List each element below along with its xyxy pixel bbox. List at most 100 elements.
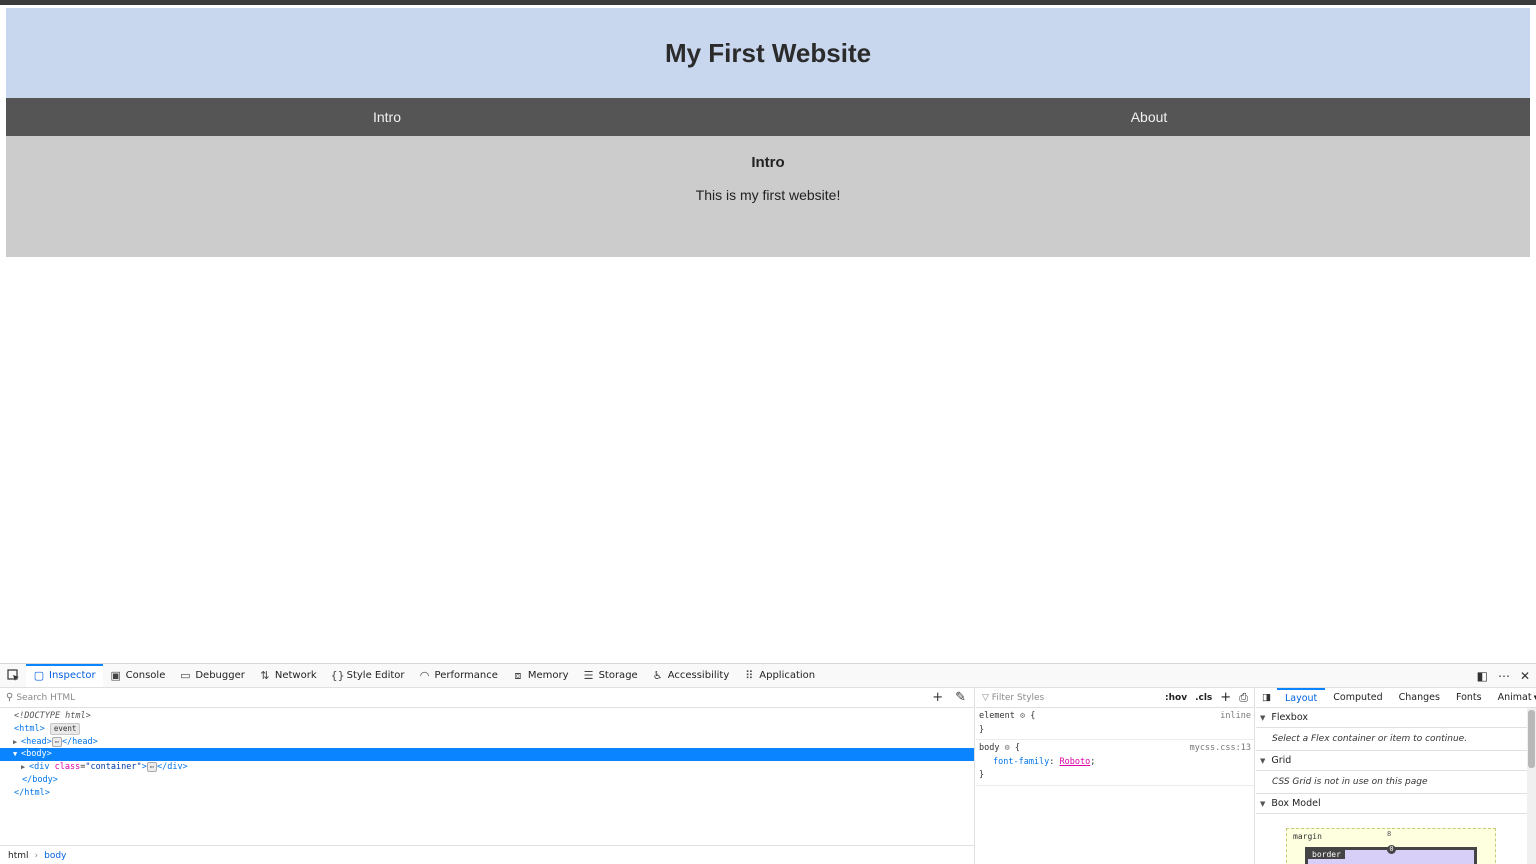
storage-icon: ☰ (583, 669, 594, 682)
nav-link-intro[interactable]: Intro (6, 98, 768, 136)
rule-source-link[interactable]: mycss.css:13 (1190, 742, 1251, 756)
collapsed-ellipsis[interactable]: ⋯ (51, 736, 62, 747)
network-icon: ⇅ (260, 669, 270, 682)
devtools-toolbar: ▢ Inspector ▣ Console ▭ Debugger ⇅ Netwo… (0, 664, 1536, 688)
tab-fonts[interactable]: Fonts (1448, 688, 1490, 707)
tab-network[interactable]: ⇅ Network (252, 664, 324, 687)
grid-section-header[interactable]: ▼ Grid (1256, 751, 1536, 771)
intro-heading: Intro (751, 154, 785, 171)
tab-label: Accessibility (667, 670, 730, 681)
collapse-triangle-icon: ▼ (1260, 713, 1266, 722)
rules-panel: ▽ Filter Styles :hov .cls + ⎙ element ⚙ … (976, 688, 1255, 864)
add-rule-icon[interactable]: + (1220, 690, 1231, 705)
tab-application[interactable]: ⠿ Application (736, 664, 822, 687)
memory-icon: ⧈ (514, 668, 522, 682)
tab-debugger[interactable]: ▭ Debugger (172, 664, 252, 687)
filter-icon: ▽ (982, 692, 992, 703)
tab-changes[interactable]: Changes (1391, 688, 1448, 707)
cls-toggle[interactable]: .cls (1195, 693, 1212, 703)
breadcrumb: html › body (0, 845, 975, 864)
eyedropper-icon[interactable]: ✎ (955, 690, 966, 705)
dock-layout-icon[interactable]: ◧ (1477, 669, 1488, 683)
breadcrumb-html[interactable]: html (8, 851, 29, 861)
box-model-section-header[interactable]: ▼ Box Model (1256, 794, 1536, 814)
css-value[interactable]: Roboto (1060, 757, 1091, 767)
tab-computed[interactable]: Computed (1325, 688, 1390, 707)
tab-label: Debugger (195, 670, 245, 681)
collapsed-ellipsis[interactable]: ⋯ (146, 762, 157, 773)
filter-styles-bar: ▽ Filter Styles :hov .cls + ⎙ (976, 688, 1254, 708)
collapse-triangle-icon[interactable]: ▼ (13, 748, 21, 761)
add-node-icon[interactable]: + (932, 690, 943, 705)
intro-section: Intro This is my first website! (6, 136, 1530, 257)
tree-node-body[interactable]: ▼ <body> (0, 748, 974, 762)
search-icon: ⚲ (6, 692, 14, 703)
performance-icon: ◠ (419, 669, 430, 682)
tab-memory[interactable]: ⧈ Memory (505, 664, 576, 687)
tab-layout[interactable]: Layout (1276, 688, 1326, 707)
tab-label: Storage (598, 670, 638, 681)
css-property[interactable]: font-family (979, 757, 1049, 767)
tab-inspector[interactable]: ▢ Inspector (26, 664, 103, 687)
tab-label: Style Editor (346, 670, 405, 681)
filter-styles-input[interactable]: Filter Styles (992, 693, 1044, 703)
tab-console[interactable]: ▣ Console (103, 664, 173, 687)
box-model-margin: margin 8 border 0 (1286, 828, 1496, 864)
site-header: My First Website (6, 8, 1530, 98)
console-icon: ▣ (110, 669, 121, 682)
close-icon[interactable]: ✕ (1520, 669, 1530, 683)
nav-link-about[interactable]: About (768, 98, 1530, 136)
expand-triangle-icon[interactable]: ▶ (13, 736, 21, 749)
tab-label: Console (125, 670, 166, 681)
rule-source: inline (1220, 711, 1251, 721)
tree-node-div-container[interactable]: ▶ <div class="container"> ⋯ </div> (0, 761, 974, 774)
breadcrumb-body[interactable]: body (44, 851, 66, 861)
tab-label: Inspector (49, 670, 96, 681)
margin-value[interactable]: 8 (1387, 830, 1391, 838)
scrollbar[interactable] (1527, 708, 1536, 864)
print-media-icon[interactable]: ⎙ (1239, 691, 1248, 705)
gear-icon[interactable]: ⚙ (1005, 743, 1010, 753)
tab-style-editor[interactable]: {} Style Editor (324, 664, 412, 687)
toolbar-right-controls: ◧ ⋯ ✕ (1477, 664, 1536, 687)
rule-element: element ⚙ { inline } (976, 708, 1254, 740)
rule-body: body ⚙ { mycss.css:13 font-family: Robot… (976, 740, 1254, 786)
flexbox-section-header[interactable]: ▼ Flexbox (1256, 708, 1536, 728)
tree-node-doctype[interactable]: <!DOCTYPE html> (0, 710, 974, 723)
element-picker-icon[interactable] (0, 664, 26, 687)
tree-node-html-close: </html> (14, 787, 50, 798)
tree-node-head[interactable]: ▶ <head> ⋯ </head> (0, 736, 974, 749)
tree-node-html[interactable]: <html> event (0, 722, 974, 736)
box-model-border: border 0 (1305, 845, 1477, 864)
tab-animations[interactable]: Animat ▼ (1490, 688, 1536, 707)
tab-label: Performance (434, 670, 498, 681)
tab-label: Network (274, 670, 317, 681)
devtools-panel: ▢ Inspector ▣ Console ▭ Debugger ⇅ Netwo… (0, 663, 1536, 864)
search-html-bar: ⚲ Search HTML + ✎ (0, 688, 974, 708)
scrollbar-thumb[interactable] (1528, 710, 1535, 768)
markup-panel: ⚲ Search HTML + ✎ <!DOCTYPE html> <html>… (0, 688, 975, 864)
tab-accessibility[interactable]: ♿ Accessibility (645, 664, 737, 687)
tab-label: Application (759, 670, 816, 681)
flexbox-message: Select a Flex container or item to conti… (1256, 728, 1536, 751)
browser-top-border (0, 0, 1536, 6)
collapse-triangle-icon: ▼ (1260, 756, 1266, 765)
expand-triangle-icon[interactable]: ▶ (21, 761, 29, 774)
markup-tree: <!DOCTYPE html> <html> event ▶ <head> ⋯ </h… (0, 708, 974, 800)
more-options-icon[interactable]: ⋯ (1498, 669, 1510, 683)
toggle-sidebar-icon[interactable]: ◨ (1256, 688, 1277, 707)
tab-storage[interactable]: ☰ Storage (576, 664, 645, 687)
search-html-input[interactable]: Search HTML (16, 693, 75, 703)
hov-toggle[interactable]: :hov (1165, 693, 1187, 703)
tree-node-body-close: </body> (22, 774, 58, 785)
box-model-diagram: margin 8 border 0 (1256, 814, 1536, 864)
gear-icon[interactable]: ⚙ (1020, 711, 1025, 721)
application-icon: ⠿ (745, 669, 754, 682)
site-title: My First Website (664, 37, 872, 68)
inspector-icon: ▢ (33, 669, 45, 682)
sidebar-tabs: ◨ Layout Computed Changes Fonts Animat ▼ (1256, 688, 1536, 708)
tab-performance[interactable]: ◠ Performance (412, 664, 505, 687)
border-value[interactable]: 0 (1387, 845, 1396, 854)
event-badge[interactable]: event (49, 722, 81, 735)
grid-message: CSS Grid is not in use on this page (1256, 771, 1536, 794)
